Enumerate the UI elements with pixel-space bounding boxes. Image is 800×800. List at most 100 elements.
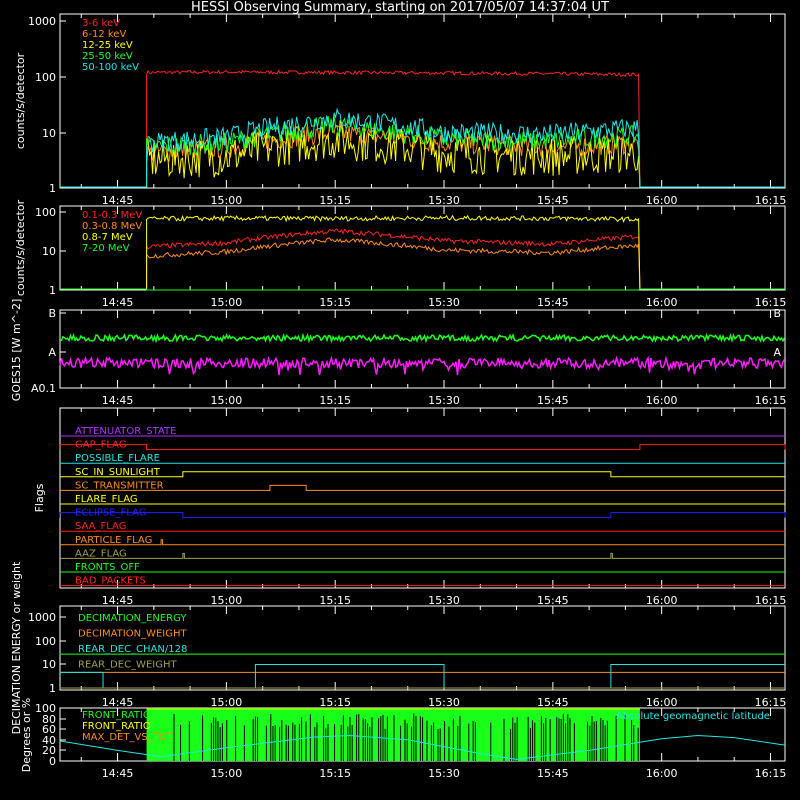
x-tick-label: 15:15	[319, 296, 351, 309]
x-tick-label: 15:15	[319, 767, 351, 780]
x-tick-label: 15:30	[428, 594, 460, 607]
x-tick-label: 15:45	[537, 594, 569, 607]
flag-line	[59, 444, 786, 451]
y-tick-label: 1000	[28, 15, 56, 28]
x-tick-label: 15:30	[428, 394, 460, 407]
x-tick-label: 14:45	[102, 767, 134, 780]
legend-entry: 25-50 keV	[82, 51, 133, 62]
x-tick-label: 16:15	[755, 194, 787, 207]
x-tick-label: 14:45	[102, 394, 134, 407]
hessi-summary-chart: 14:45 15:00 15:15 15:30 15:45 16:00 16:1511010…	[10, 13, 787, 780]
x-tick-label: 15:45	[537, 767, 569, 780]
panel-frame	[59, 309, 786, 389]
flag-label: ECLIPSE_FLAG	[75, 508, 146, 519]
x-tick-label: 15:15	[319, 194, 351, 207]
y-tick-label: 100	[35, 702, 56, 715]
y-axis-label: counts/s/detector	[14, 52, 27, 149]
legend-entry: FRONT_RATIO	[82, 721, 151, 732]
x-tick-label: 15:30	[428, 194, 460, 207]
panel-frame	[59, 205, 786, 291]
x-tick-label: 16:00	[646, 696, 678, 709]
x-tick-label: 16:00	[646, 296, 678, 309]
y-tick-label-right: A	[773, 346, 781, 359]
y-tick-label: 10	[42, 245, 56, 258]
legend-entry: 50-100 keV	[82, 62, 139, 73]
y-tick-label: A0.1	[31, 382, 56, 395]
flag-label: GAP_FLAG	[75, 440, 127, 451]
x-tick-label: 16:00	[646, 194, 678, 207]
x-tick-label: 15:45	[537, 296, 569, 309]
x-tick-label: 16:15	[755, 296, 787, 309]
flag-label: FRONTS_OFF	[75, 562, 140, 573]
x-tick-label: 15:45	[537, 394, 569, 407]
flag-label: SAA_FLAG	[75, 521, 126, 532]
y-axis-label: Flags	[33, 483, 46, 512]
y-tick-label: 1000	[28, 611, 56, 624]
x-tick-label: 14:45	[102, 696, 134, 709]
y-tick-label-right: B	[773, 307, 781, 320]
series-line	[59, 355, 786, 376]
flag-line	[60, 539, 785, 546]
x-tick-label: 15:45	[537, 194, 569, 207]
flag-line	[60, 471, 785, 478]
x-tick-label: 15:30	[428, 696, 460, 709]
y-axis-label: GOES15 [W m^-2]	[10, 299, 23, 401]
legend-entry: DECIMATION_WEIGHT	[78, 629, 187, 640]
x-tick-label: 16:00	[646, 594, 678, 607]
x-tick-label: 15:00	[211, 594, 243, 607]
x-tick-label: 14:45	[102, 194, 134, 207]
flag-label: SC_IN_SUNLIGHT	[75, 467, 161, 478]
x-tick-label: 15:00	[211, 296, 243, 309]
y-tick-label: 100	[35, 206, 56, 219]
flag-label: BAD_PACKETS	[75, 576, 146, 587]
x-tick-label: 15:15	[319, 594, 351, 607]
y-axis-label: Degrees or %	[20, 698, 33, 772]
legend-entry: DECIMATION_ENERGY	[78, 613, 187, 624]
y-tick-label: A	[48, 346, 56, 359]
legend-entry: 3-6 keV	[82, 18, 120, 29]
y-tick-label: 100	[35, 635, 56, 648]
x-tick-label: 16:15	[755, 767, 787, 780]
x-tick-label: 16:15	[755, 696, 787, 709]
x-tick-label: 15:30	[428, 296, 460, 309]
x-tick-label: 16:15	[755, 394, 787, 407]
flag-label: AAZ_FLAG	[75, 548, 127, 559]
y-tick-label: 1	[49, 182, 56, 195]
flag-label: PARTICLE_FLAG	[75, 535, 152, 546]
x-tick-label: 15:00	[211, 767, 243, 780]
x-tick-label: 15:15	[319, 394, 351, 407]
flag-label: FLARE_FLAG	[75, 494, 138, 505]
x-tick-label: 15:30	[428, 767, 460, 780]
y-axis-label: counts/s/detector	[14, 199, 27, 296]
legend-entry: 7-20 MeV	[82, 243, 130, 254]
y-tick-label: 1	[49, 682, 56, 695]
y-tick-label: 10	[42, 127, 56, 140]
flag-label: SC_TRANSMITTER	[75, 480, 164, 491]
flag-label: POSSIBLE_FLARE	[75, 453, 160, 464]
series-line	[59, 332, 786, 344]
y-tick-label: B	[48, 307, 56, 320]
x-tick-label: 14:45	[102, 296, 134, 309]
legend-entry: 12-25 keV	[82, 40, 133, 51]
flag-line	[59, 512, 786, 519]
x-tick-label: 15:00	[211, 696, 243, 709]
legend-entry: 0.8-7 MeV	[82, 232, 133, 243]
x-tick-label: 16:00	[646, 394, 678, 407]
y-tick-label: 10	[42, 658, 56, 671]
x-tick-label: 14:45	[102, 594, 134, 607]
series-line	[60, 121, 785, 188]
flag-label: ATTENUATOR_STATE	[75, 426, 176, 437]
legend-entry: MAX_DET_VS_TOT	[82, 732, 174, 743]
legend-entry: REAR_DEC_WEIGHT	[78, 660, 177, 671]
legend-entry: 0.3-0.8 MeV	[82, 221, 142, 232]
legend-entry: 6-12 keV	[82, 29, 126, 40]
series-line	[60, 120, 785, 188]
legend-entry: REAR_DEC_CHAN/128	[78, 644, 187, 655]
y-tick-label: 100	[35, 71, 56, 84]
annotation-label: Absolute geomagnetic latitude	[616, 711, 770, 722]
series-line	[60, 228, 785, 290]
legend-entry: 0.1-0.3 MeV	[82, 210, 142, 221]
x-tick-label: 16:00	[646, 767, 678, 780]
x-tick-label: 16:15	[755, 594, 787, 607]
x-tick-label: 15:00	[211, 394, 243, 407]
